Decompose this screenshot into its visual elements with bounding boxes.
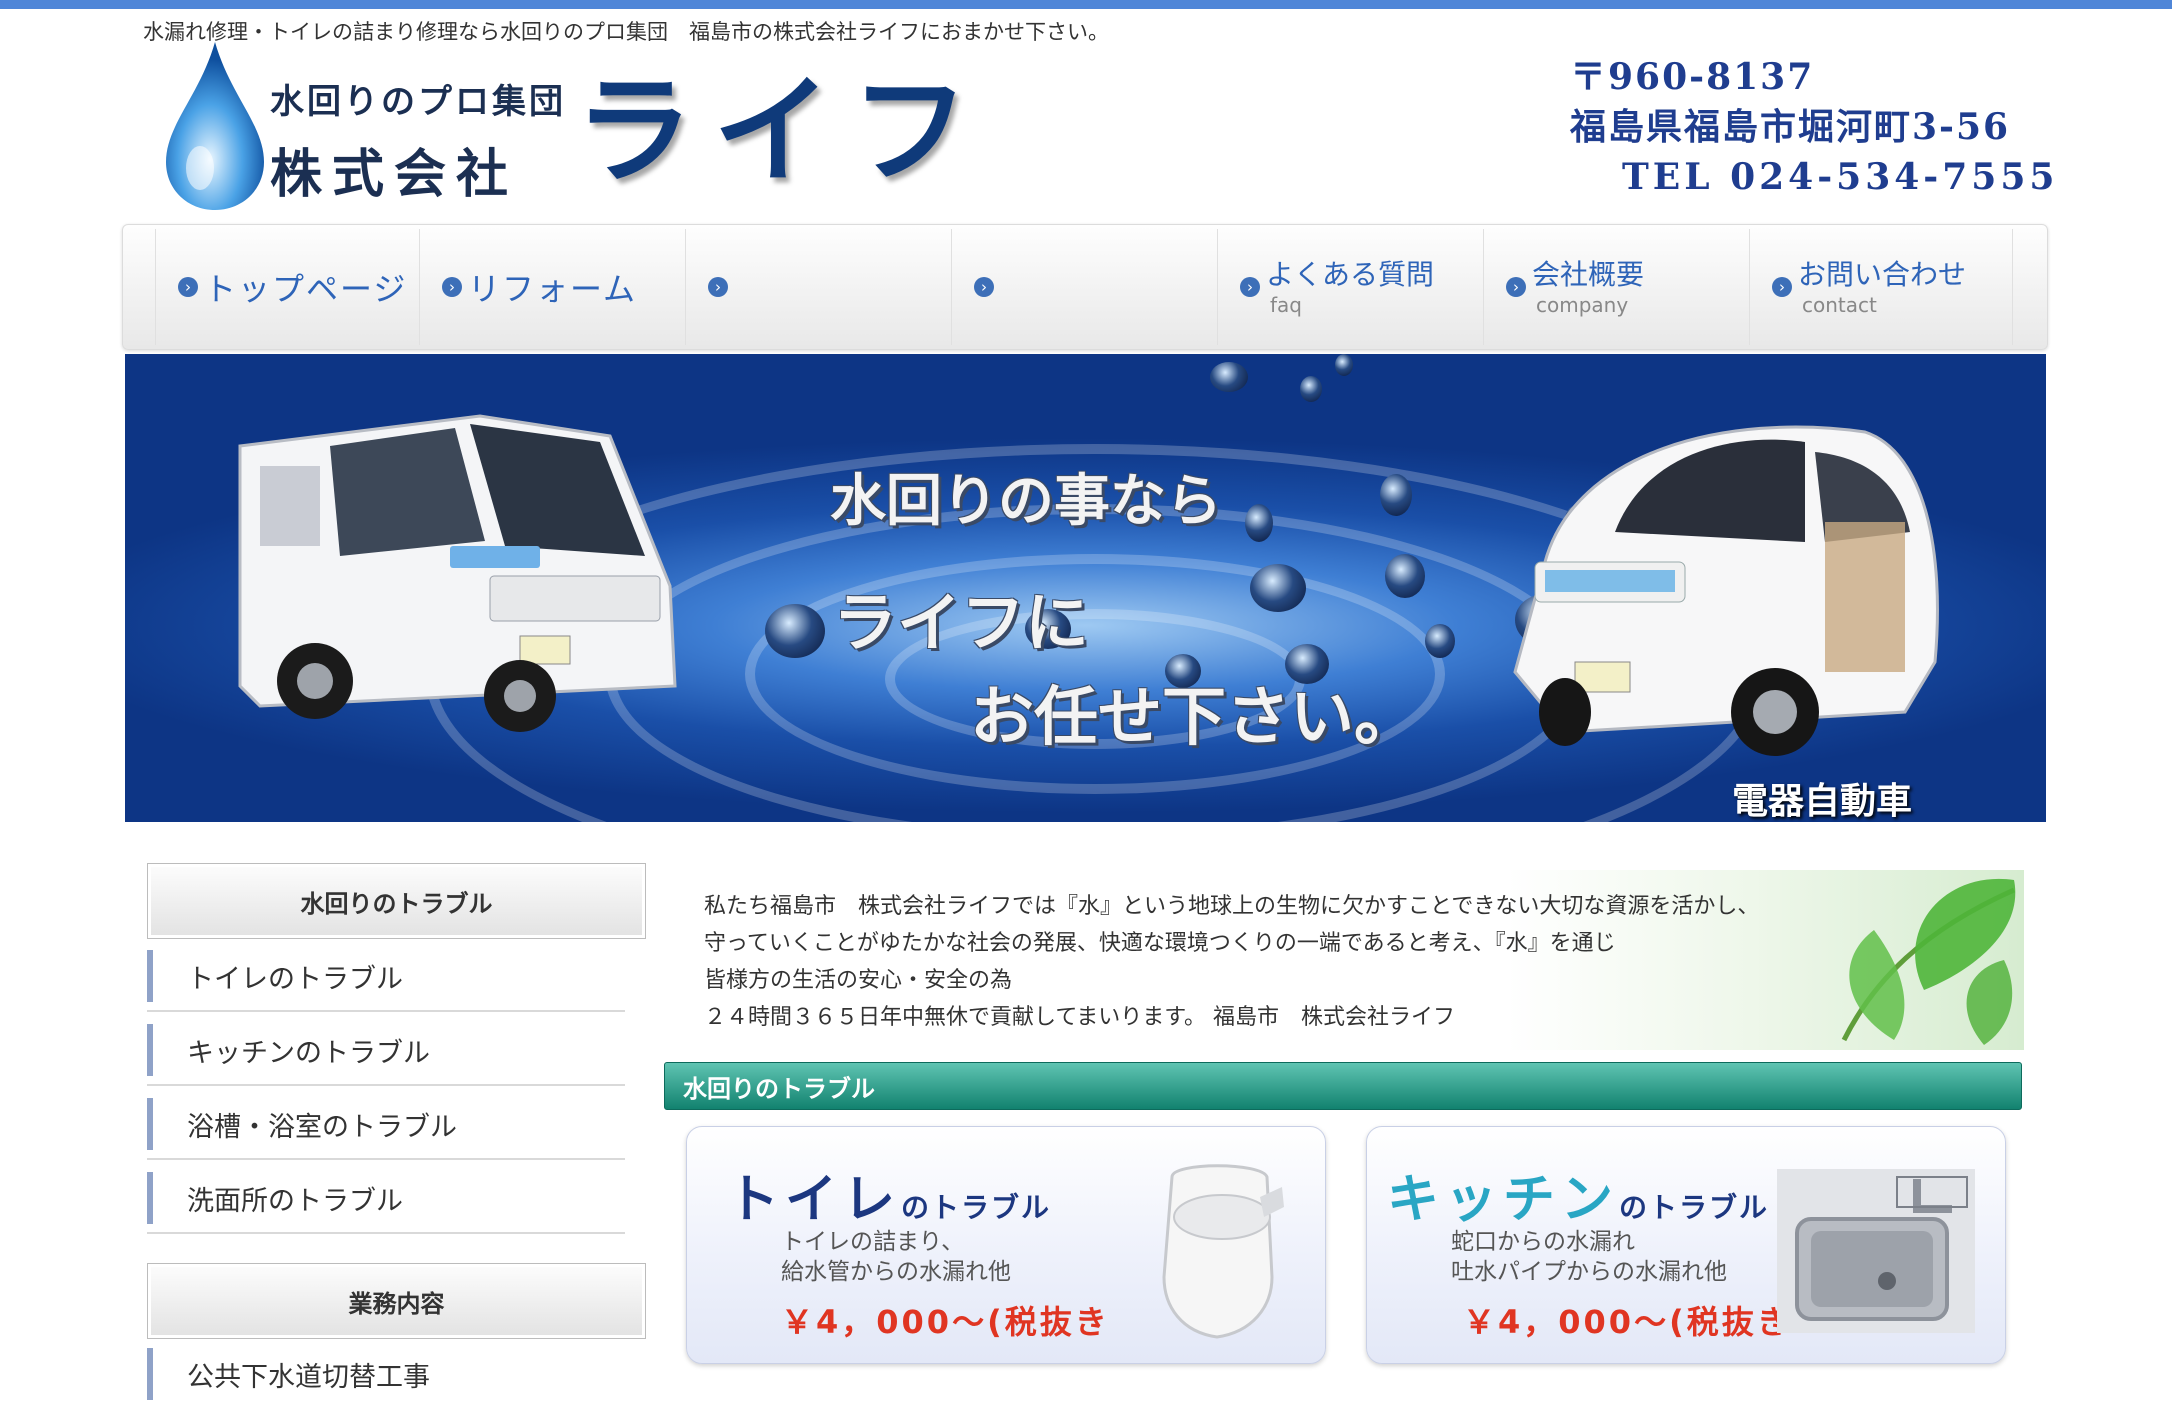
section-heading-water-trouble: 水回りのトラブル [664,1062,2022,1110]
water-drop-logo-icon[interactable] [160,40,270,212]
card-description: トイレの詰まり、 給水管からの水漏れ他 [781,1227,1011,1287]
card-title-suffix: のトラブル [1619,1191,1770,1224]
sidebar-item-bath-trouble[interactable]: 浴槽・浴室のトラブル [147,1090,625,1160]
card-title-main: トイレ [727,1170,902,1230]
card-description-line: 蛇口からの水漏れ [1451,1229,1635,1255]
nav-label: 会社概要 [1532,258,1645,291]
nav-label: よくある質問 [1266,258,1435,291]
sidebar-item-label: キッチンのトラブル [187,1037,430,1069]
site-tagline: 水漏れ修理・トイレの詰まり修理なら水回りのプロ集団 福島市の株式会社ライフにおま… [143,20,1109,44]
intro-line: 私たち福島市 株式会社ライフでは『水』という地球上の生物に欠かすことできない大切… [704,894,1760,919]
water-droplet [1300,376,1322,402]
sidebar-item-marker [147,1098,153,1150]
card-title-main: キッチン [1387,1170,1620,1230]
water-droplet [1250,564,1306,612]
company-address: 福島県福島市堀河町3-56 [1570,106,2011,148]
chevron-right-icon: › [1506,277,1526,297]
company-phone[interactable]: TEL 024-534-7555 [1570,152,2058,202]
intro-text: 私たち福島市 株式会社ライフでは『水』という地球上の生物に欠かすことできない大切… [704,888,1759,1036]
nav-label: トップページ [204,270,408,308]
water-droplet [765,604,825,658]
nav-sublabel: contact [1802,293,1877,317]
sidebar-item-label: 洗面所のトラブル [187,1185,403,1217]
banner-headline-3: お任せ下さい。 [970,681,1418,755]
toilet-image [1162,1164,1284,1339]
company-van-image [238,414,677,732]
global-nav: › トップページ › リフォーム › › › よくある質問 faq › 会社概要… [122,224,2048,350]
ev-caption: 電器自動車 [1732,781,1913,822]
toilet-trouble-card[interactable]: トイレのトラブル トイレの詰まり、 給水管からの水漏れ他 ￥4，000～(税抜き [686,1126,1326,1364]
card-description-line: トイレの詰まり、 [781,1229,965,1255]
nav-item-top-page[interactable]: › トップページ [155,229,418,345]
chevron-right-icon: › [1772,277,1792,297]
card-title: キッチンのトラブル [1387,1157,1769,1232]
green-leaf-decoration [1841,878,2016,1045]
top-accent-bar [0,0,2172,9]
chevron-right-icon: › [178,277,198,297]
electric-car-image [1513,425,1939,756]
logo-company-name[interactable]: ライフ [575,72,989,190]
intro-line: ２４時間３６５日年中無休で貢献してまいります。 福島市 株式会社ライフ [704,1005,1456,1030]
card-price: ￥4，000～(税抜き [781,1303,1110,1341]
card-description-line: 給水管からの水漏れ他 [781,1259,1011,1285]
sidebar-item-toilet-trouble[interactable]: トイレのトラブル [147,942,625,1012]
water-droplet [1425,624,1455,658]
nav-label: お問い合わせ [1798,258,1967,291]
hero-banner: 水回りの事なら ライフに お任せ下さい。 電器自動車 [125,354,2046,822]
water-droplet [1380,474,1412,516]
nav-item-contact[interactable]: › お問い合わせ contact [1749,229,2013,345]
sidebar-item-marker [147,950,153,1002]
card-description: 蛇口からの水漏れ 吐水パイプからの水漏れ他 [1451,1227,1727,1287]
postal-code: 〒960-8137 [1570,56,1815,98]
nav-item-company[interactable]: › 会社概要 company [1483,229,1746,345]
sidebar-heading-water-trouble: 水回りのトラブル [147,863,646,939]
kitchen-sink-image [1777,1169,1975,1333]
nav-item-faq[interactable]: › よくある質問 faq [1217,229,1480,345]
intro-block: 私たち福島市 株式会社ライフでは『水』という地球上の生物に欠かすことできない大切… [664,870,2024,1050]
kitchen-trouble-card[interactable]: キッチンのトラブル 蛇口からの水漏れ 吐水パイプからの水漏れ他 ￥4，000～(… [1366,1126,2006,1364]
sidebar-heading-services: 業務内容 [147,1263,646,1339]
sidebar-item-label: 浴槽・浴室のトラブル [187,1111,457,1143]
nav-sublabel: faq [1270,293,1302,317]
card-price: ￥4，000～(税抜き [1463,1303,1792,1341]
logo-subtitle: 水回りのプロ集団 [270,82,566,122]
sidebar-item-marker [147,1348,153,1400]
company-contact-block: 〒960-8137 福島県福島市堀河町3-56 TEL 024-534-7555 [1570,52,2058,202]
sidebar-item-washroom-trouble[interactable]: 洗面所のトラブル [147,1164,625,1234]
sidebar-item-marker [147,1172,153,1224]
nav-item-reform[interactable]: › リフォーム [419,229,682,345]
water-droplet [1245,504,1273,542]
nav-item-empty-2[interactable]: › [951,229,1214,345]
nav-label: リフォーム [468,270,638,308]
card-description-line: 吐水パイプからの水漏れ他 [1451,1259,1727,1285]
water-droplet [1210,362,1248,392]
sidebar-item-sewer-work[interactable]: 公共下水道切替工事 [147,1340,625,1408]
sidebar-item-kitchen-trouble[interactable]: キッチンのトラブル [147,1016,625,1086]
nav-item-empty-1[interactable]: › [685,229,948,345]
intro-line: 守っていくことがゆたかな社会の発展、快適な環境つくりの一端であると考え、『水』を… [704,931,1616,956]
water-droplet [1385,554,1425,598]
card-title-suffix: のトラブル [901,1191,1052,1224]
chevron-right-icon: › [1240,277,1260,297]
sidebar-item-marker [147,1024,153,1076]
nav-sublabel: company [1536,293,1629,317]
chevron-right-icon: › [974,277,994,297]
sidebar-item-label: トイレのトラブル [187,963,403,995]
banner-headline-2: ライフに [833,587,1089,661]
water-droplet [1335,354,1353,376]
chevron-right-icon: › [442,277,462,297]
logo-company-type: 株式会社 [270,144,519,205]
chevron-right-icon: › [708,277,728,297]
card-title: トイレのトラブル [727,1157,1051,1232]
intro-line: 皆様方の生活の安心・安全の為 [704,968,1013,993]
banner-headline-1: 水回りの事なら [830,469,1222,534]
